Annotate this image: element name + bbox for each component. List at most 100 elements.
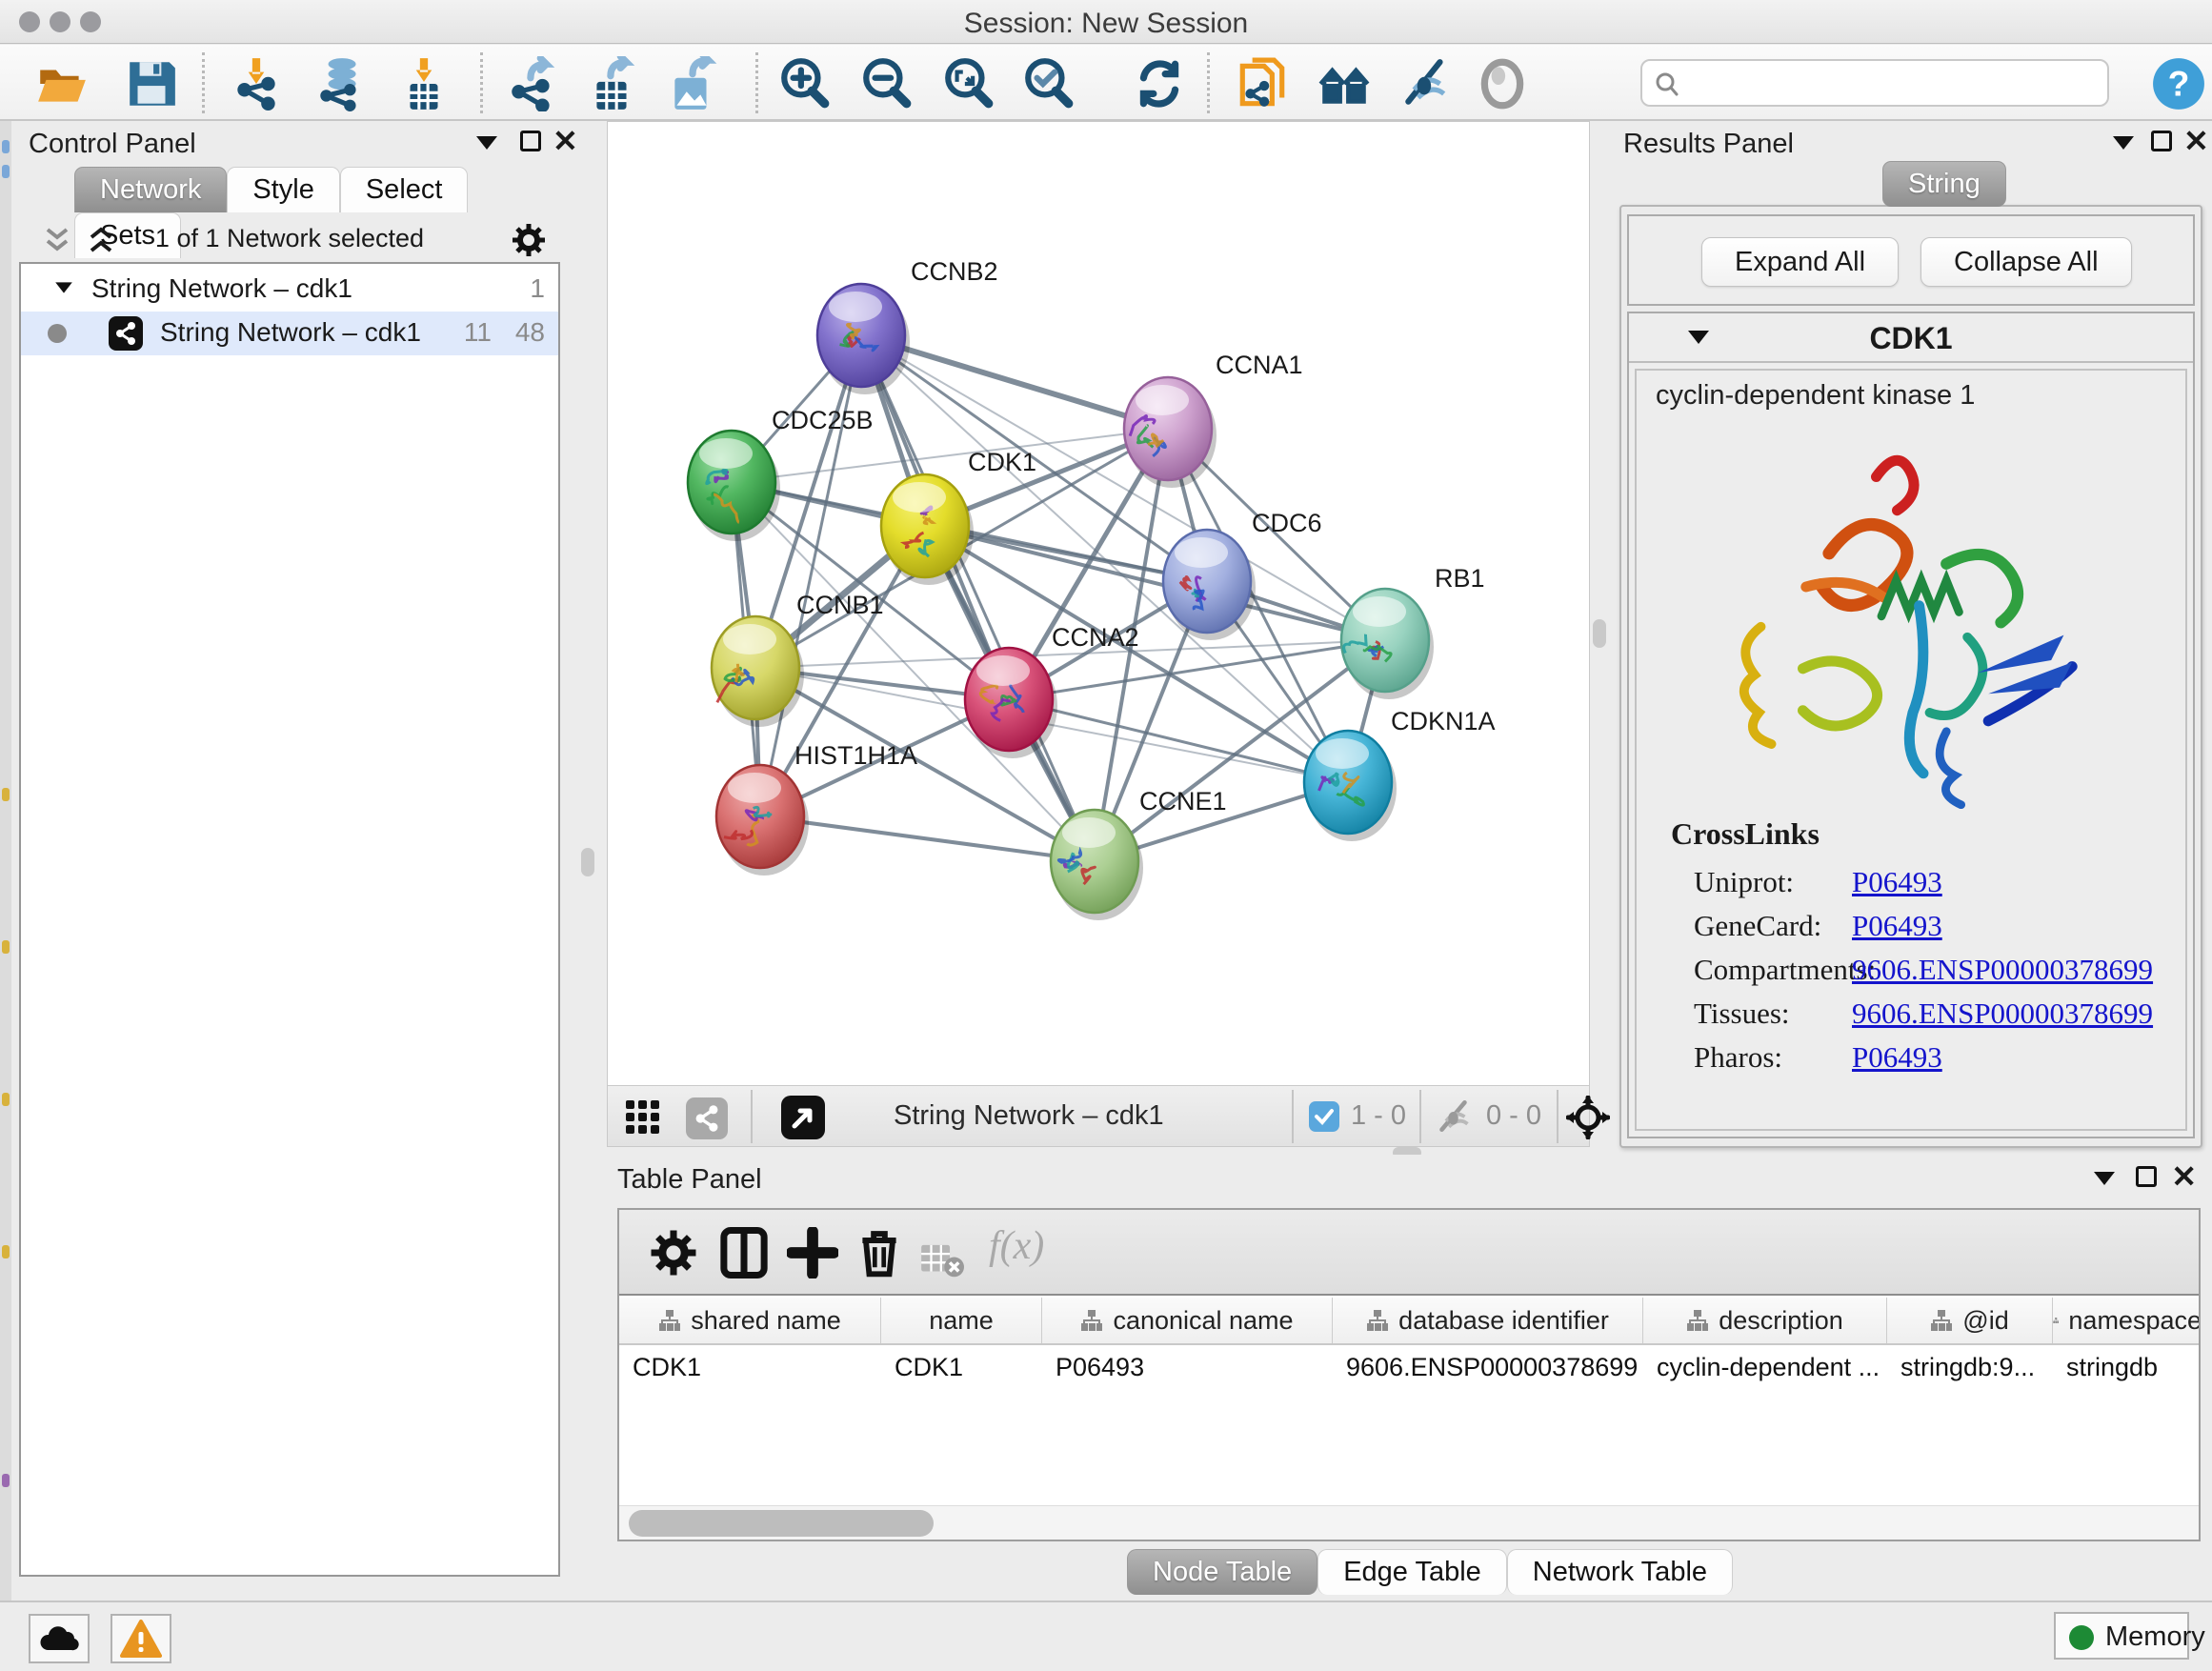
hidden-count-label: 0 - 0 xyxy=(1486,1100,1541,1132)
tab-node-table[interactable]: Node Table xyxy=(1127,1549,1317,1595)
float-panel-icon[interactable] xyxy=(2151,131,2172,151)
network-node-CCNA2[interactable]: CCNA2 xyxy=(965,623,1139,758)
table-cell[interactable]: P06493 xyxy=(1042,1345,1333,1391)
panel-menu-icon[interactable] xyxy=(2094,1172,2115,1185)
zoom-selected-icon[interactable] xyxy=(1021,56,1076,111)
warnings-button[interactable] xyxy=(111,1614,171,1663)
table-cell[interactable]: cyclin-dependent ... xyxy=(1643,1345,1887,1391)
hide-selected-icon[interactable] xyxy=(1398,56,1454,111)
zoom-in-icon[interactable] xyxy=(777,56,833,111)
gene-section-header[interactable]: CDK1 xyxy=(1629,313,2193,363)
tab-network-table[interactable]: Network Table xyxy=(1507,1549,1733,1595)
column-header-shared-name[interactable]: shared name xyxy=(619,1298,881,1343)
table-horizontal-scrollbar[interactable] xyxy=(619,1505,2199,1540)
network-node-HIST1H1A[interactable]: HIST1H1A xyxy=(716,741,917,876)
tab-string[interactable]: String xyxy=(1882,161,2006,207)
hidden-eye-icon[interactable] xyxy=(1435,1099,1475,1136)
export-image-icon[interactable] xyxy=(665,56,720,111)
crosslink-link[interactable]: 9606.ENSP00000378699 xyxy=(1852,953,2153,986)
cloud-status-button[interactable] xyxy=(29,1614,90,1663)
scrollbar-thumb[interactable] xyxy=(629,1510,934,1537)
table-cell[interactable]: stringdb:9... xyxy=(1887,1345,2053,1391)
delete-table-icon[interactable] xyxy=(920,1235,964,1286)
statusbar-separator xyxy=(751,1090,753,1143)
column-header-description[interactable]: description xyxy=(1643,1298,1887,1343)
right-splitter-handle[interactable] xyxy=(1593,619,1606,648)
search-input[interactable] xyxy=(1688,65,2098,101)
export-table-icon[interactable] xyxy=(585,56,640,111)
zoom-fit-icon[interactable] xyxy=(941,56,996,111)
table-cell[interactable]: stringdb xyxy=(2053,1345,2199,1391)
delete-column-icon[interactable] xyxy=(854,1227,905,1278)
tab-edge-table[interactable]: Edge Table xyxy=(1317,1549,1507,1595)
panel-menu-icon[interactable] xyxy=(2113,136,2134,150)
string-import-icon[interactable] xyxy=(1235,56,1290,111)
tab-network[interactable]: Network xyxy=(74,167,227,212)
show-eye-icon[interactable] xyxy=(1475,56,1530,111)
tab-select[interactable]: Select xyxy=(340,167,469,212)
share-view-icon[interactable] xyxy=(686,1097,728,1139)
function-builder-icon[interactable]: f(x) xyxy=(989,1223,1044,1269)
network-row-selected[interactable]: String Network – cdk1 11 48 xyxy=(21,312,558,355)
crosslink-link[interactable]: P06493 xyxy=(1852,909,1942,942)
network-node-RB1[interactable]: RB1 xyxy=(1341,564,1485,699)
save-session-icon[interactable] xyxy=(124,56,179,111)
selected-checkbox[interactable] xyxy=(1309,1101,1339,1132)
column-header-canonical-name[interactable]: canonical name xyxy=(1042,1298,1333,1343)
close-panel-icon[interactable]: ✕ xyxy=(2171,1158,2197,1195)
left-splitter-handle[interactable] xyxy=(581,848,594,876)
import-network-file-icon[interactable] xyxy=(229,56,284,111)
import-table-icon[interactable] xyxy=(396,56,452,111)
network-view-canvas[interactable]: CCNB2CCNA1CDC25BCDK1CDC6RB1CCNB1CCNA2CDK… xyxy=(607,121,1590,1086)
network-collection-row[interactable]: String Network – cdk1 1 xyxy=(21,268,558,312)
open-session-icon[interactable] xyxy=(34,56,90,111)
node-label: CDK1 xyxy=(968,448,1036,476)
panel-menu-icon[interactable] xyxy=(476,136,497,150)
search-field[interactable] xyxy=(1640,59,2109,107)
table-cell[interactable]: CDK1 xyxy=(619,1345,881,1391)
collapse-all-button[interactable]: Collapse All xyxy=(1920,237,2132,287)
collection-expand-icon[interactable] xyxy=(55,282,72,292)
network-node-CCNB2[interactable]: CCNB2 xyxy=(817,257,998,394)
crosslink-link[interactable]: P06493 xyxy=(1852,1040,1942,1074)
table-cell[interactable]: CDK1 xyxy=(881,1345,1042,1391)
home-panels-icon[interactable] xyxy=(1317,56,1372,111)
show-columns-icon[interactable] xyxy=(718,1227,770,1278)
close-panel-icon[interactable]: ✕ xyxy=(553,123,578,159)
close-panel-icon[interactable]: ✕ xyxy=(2183,123,2209,159)
crosslink-link[interactable]: P06493 xyxy=(1852,865,1942,898)
table-settings-gear-icon[interactable] xyxy=(648,1227,699,1278)
pan-crosshair-icon[interactable] xyxy=(1566,1096,1610,1139)
node-label: CDKN1A xyxy=(1391,707,1496,735)
import-network-database-icon[interactable] xyxy=(312,56,368,111)
column-header-namespace[interactable]: namespace xyxy=(2053,1298,2199,1343)
network-edge[interactable] xyxy=(861,335,1095,861)
node-label: CDC25B xyxy=(772,406,874,434)
column-header-label: shared name xyxy=(691,1306,841,1336)
network-node-CCNB1[interactable]: CCNB1 xyxy=(712,591,884,727)
zoom-out-icon[interactable] xyxy=(859,56,915,111)
table-row[interactable]: CDK1CDK1P064939606.ENSP00000378699cyclin… xyxy=(619,1345,2199,1391)
network-node-CDKN1A[interactable]: CDKN1A xyxy=(1304,707,1496,841)
column-header-database-identifier[interactable]: database identifier xyxy=(1333,1298,1643,1343)
export-network-icon[interactable] xyxy=(505,56,560,111)
refresh-view-icon[interactable] xyxy=(1132,56,1187,111)
float-panel-icon[interactable] xyxy=(520,131,541,151)
memory-button[interactable]: Memory xyxy=(2054,1612,2189,1660)
network-options-gear-icon[interactable] xyxy=(511,222,547,258)
tab-style[interactable]: Style xyxy=(227,167,339,212)
expand-all-button[interactable]: Expand All xyxy=(1701,237,1899,287)
network-edge[interactable] xyxy=(760,816,1095,861)
column-header--id[interactable]: @id xyxy=(1887,1298,2053,1343)
grid-view-icon[interactable] xyxy=(625,1099,661,1136)
crosslink-link[interactable]: 9606.ENSP00000378699 xyxy=(1852,997,2153,1030)
crosslink-row: Pharos:P06493 xyxy=(1671,1040,2185,1084)
float-panel-icon[interactable] xyxy=(2136,1166,2157,1187)
add-column-icon[interactable] xyxy=(787,1227,838,1278)
table-cell[interactable]: 9606.ENSP00000378699 xyxy=(1333,1345,1643,1391)
help-icon[interactable]: ? xyxy=(2151,56,2206,111)
column-header-name[interactable]: name xyxy=(881,1298,1042,1343)
network-node-CCNE1[interactable]: CCNE1 xyxy=(1051,787,1227,920)
birdseye-view-icon[interactable] xyxy=(781,1096,825,1139)
network-node-CCNA1[interactable]: CCNA1 xyxy=(1124,351,1303,488)
